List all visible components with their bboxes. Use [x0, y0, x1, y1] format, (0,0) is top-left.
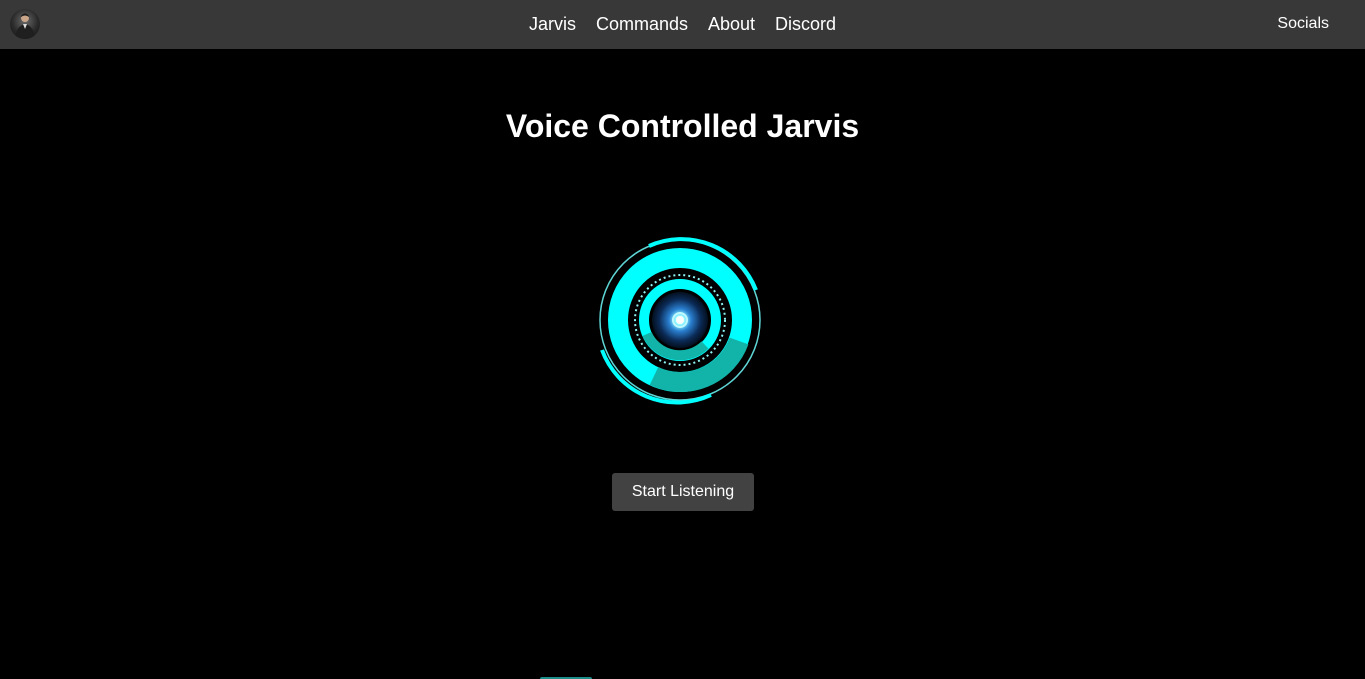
nav-link-about[interactable]: About	[708, 0, 755, 49]
top-navbar: Jarvis Commands About Discord Socials	[0, 0, 1365, 49]
nav-link-commands[interactable]: Commands	[596, 0, 688, 49]
nav-links: Jarvis Commands About Discord	[0, 0, 1365, 49]
nav-link-discord[interactable]: Discord	[775, 0, 836, 49]
nav-link-jarvis[interactable]: Jarvis	[529, 0, 576, 49]
user-avatar-icon[interactable]	[10, 9, 40, 39]
arc-reactor-icon	[593, 232, 767, 408]
start-listening-button[interactable]: Start Listening	[612, 473, 754, 511]
socials-menu[interactable]: Socials	[1277, 0, 1329, 47]
page-title: Voice Controlled Jarvis	[505, 108, 860, 144]
